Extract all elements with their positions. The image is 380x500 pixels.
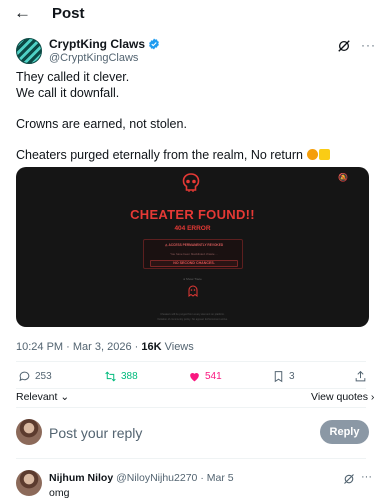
grok-icon[interactable] [343,473,355,485]
divider [16,388,366,389]
tweet-line: Cheaters purged eternally from the realm… [16,147,303,162]
divider [16,407,366,408]
commenter-name[interactable]: Nijhum Niloy [49,472,113,484]
more-options-icon[interactable]: ··· [361,471,372,483]
heart-icon [190,372,199,382]
view-quotes-link[interactable]: View quotes › [311,391,374,403]
like-count: 541 [205,371,222,382]
alert-banner: NO SECOND CHANCES. [150,260,238,267]
lion-face-emoji-icon [307,148,319,160]
repost-count: 388 [121,371,138,382]
ghost-icon [188,285,198,297]
verified-badge-icon [149,38,159,50]
comment-header: Nijhum Niloy @NiloyNijhu2270 · Mar 5 [49,472,234,484]
media-error-code: 404 ERROR [174,225,211,232]
comment-text: omg [49,487,70,499]
bell-off-icon: 🔕 [338,173,348,182]
media-headline: CHEATER FOUND!! [130,207,255,222]
skull-icon [182,173,200,192]
commenter-handle[interactable]: @NiloyNijhu2270 [116,472,197,484]
show-trace-link: ● Show Trace [183,277,202,281]
bookmark-action[interactable]: 3 [272,370,295,383]
divider [16,458,366,459]
tweet-meta: 10:24 PM · Mar 3, 2026 · 16K Views [16,341,194,353]
page-title: Post [52,5,85,22]
reply-action[interactable]: 253 [18,370,52,383]
views-label: Views [164,341,194,353]
top-bar: ← Post [0,0,380,28]
media-footer-line: Violation of community policy. No appeal… [157,318,228,321]
more-options-icon[interactable]: ··· [361,38,376,52]
tweet-time[interactable]: 10:24 PM [16,341,63,353]
reply-button[interactable]: Reply [320,420,369,444]
repost-icon [105,371,116,382]
divider [16,361,366,362]
views-count: 16K [141,341,162,353]
author-avatar[interactable] [16,38,42,64]
grok-icon[interactable] [337,39,351,53]
reply-icon [19,371,30,382]
share-action[interactable] [354,370,367,383]
bookmark-count: 3 [289,371,295,382]
tweet-line: Crowns are earned, not stolen. [16,116,187,131]
chevron-down-icon: ⌄ [57,391,70,403]
tweet-media-image[interactable]: 🔕 CHEATER FOUND!! 404 ERROR ⚠ ACCESS PER… [16,167,369,327]
tweet-date[interactable]: Mar 3, 2026 [73,341,132,353]
separator: · [200,472,204,484]
bookmark-icon [274,371,283,383]
media-alert-box: ⚠ ACCESS PERMANENTLY REVOKED You have be… [143,239,243,269]
alert-subtitle: You have been blacklisted chaste ... [170,252,218,256]
reply-count: 253 [35,371,52,382]
current-user-avatar [16,419,42,445]
share-icon [355,370,366,382]
author-name-line: CryptKing Claws [49,37,160,51]
tweet-line: We call it downfall. [16,85,120,100]
locked-emoji-icon [319,148,331,160]
media-footer-line: Cheaters will be purged from every eleme… [160,313,225,316]
repost-action[interactable]: 388 [104,370,138,383]
author-name[interactable]: CryptKing Claws [49,37,145,51]
like-action[interactable]: 541 [188,370,222,383]
tweet-text: They called it clever. We call it downfa… [16,70,366,163]
back-arrow-icon[interactable]: ← [14,4,31,22]
author-handle[interactable]: @CryptKingClaws [49,52,138,64]
alert-title: ⚠ ACCESS PERMANENTLY REVOKED [164,243,224,247]
tweet-line: They called it clever. [16,70,130,84]
tweet-actions: 253 388 541 3 [0,370,380,386]
comment-date[interactable]: Mar 5 [207,472,234,484]
sort-relevant-dropdown[interactable]: Relevant ⌄ [16,391,69,403]
reply-input[interactable]: Post your reply [49,425,142,441]
tweet-line-emoji: Cheaters purged eternally from the realm… [16,148,366,164]
commenter-avatar[interactable] [16,470,42,496]
chevron-right-icon: › [368,391,375,403]
